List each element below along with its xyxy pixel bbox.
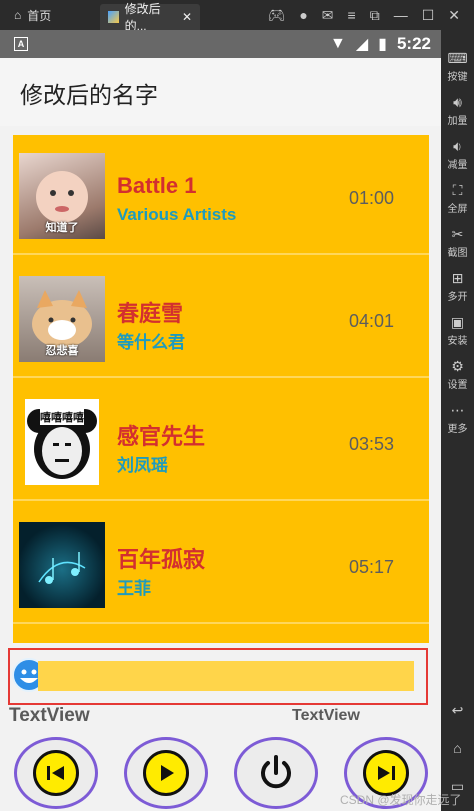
previous-track-icon — [47, 766, 64, 780]
battery-icon: ▮ — [378, 36, 387, 53]
menu-icon[interactable]: ≡ — [348, 7, 356, 24]
emulator-titlebar: ⌂ 首页 修改后的... ✕ 🎮︎ ● ✉ ≡ ⧉ — ☐ ✕ — [0, 0, 474, 33]
song-item[interactable]: 知道了 Battle 1 Various Artists 01:00 — [13, 135, 429, 255]
more-icon: ⋯ — [450, 402, 465, 418]
close-tab-icon[interactable]: ✕ — [182, 10, 192, 24]
multi-instance-icon: ⊞ — [451, 270, 464, 286]
sidebar-item-keys[interactable]: ⌨ 按键 — [441, 50, 474, 83]
album-cover-image: 嘻嘻嘻嘻 — [25, 399, 99, 485]
app-header: 修改后的名字 — [0, 58, 441, 126]
sidebar-item-volume-down[interactable]: 🔉︎ 减量 — [441, 138, 474, 171]
song-duration: 03:53 — [349, 434, 395, 454]
song-title: 感官先生 — [117, 424, 206, 449]
cover-caption: 忍悲喜 — [45, 345, 79, 357]
song-title: 春庭雪 — [117, 301, 184, 326]
song-list[interactable]: 知道了 Battle 1 Various Artists 01:00 忍悲喜 春… — [13, 135, 429, 643]
restore-icon[interactable]: ⧉ — [370, 7, 380, 24]
song-title: Battle 1 — [117, 173, 197, 198]
android-notification-icon: A — [14, 37, 28, 51]
album-cover-image: 忍悲喜 — [19, 276, 105, 362]
current-time-text: TextView — [9, 705, 90, 726]
music-notes-icon — [38, 552, 86, 584]
progress-bar[interactable] — [38, 661, 414, 691]
gamepad-icon[interactable]: 🎮︎ — [268, 7, 286, 24]
scissors-icon: ✂ — [451, 226, 464, 242]
song-artist: Various Artists — [117, 205, 237, 224]
total-time-text: TextView — [292, 707, 360, 724]
sidebar-item-fullscreen[interactable]: ⛶ 全屏 — [441, 182, 474, 215]
sidebar-item-screenshot[interactable]: ✂ 截图 — [441, 226, 474, 259]
emulator-home-tab[interactable]: ⌂ 首页 — [0, 7, 100, 24]
sidebar-item-settings[interactable]: ⚙ 设置 — [441, 358, 474, 391]
song-duration: 04:01 — [349, 311, 395, 331]
player-bar — [8, 648, 428, 705]
volume-up-icon: 🔊︎ — [453, 94, 462, 110]
maximize-icon[interactable]: ☐ — [422, 7, 435, 24]
song-item[interactable]: 忍悲喜 春庭雪 等什么君 04:01 — [13, 258, 429, 378]
song-item[interactable]: 嘻嘻嘻嘻 感官先生 刘凤瑶 03:53 — [13, 381, 429, 501]
status-time: 5:22 — [396, 34, 431, 53]
android-status-bar: A ▼ ◢ ▮ 5:22 — [0, 30, 441, 58]
emulator-home-label: 首页 — [27, 8, 52, 23]
sidebar-item-volume-up[interactable]: 🔊︎ 加量 — [441, 94, 474, 127]
cover-caption: 知道了 — [45, 222, 79, 234]
page-title: 修改后的名字 — [20, 82, 158, 108]
gear-icon: ⚙ — [451, 358, 464, 374]
home-icon: ⌂ — [14, 8, 22, 22]
power-icon — [261, 755, 291, 789]
sidebar-item-install[interactable]: ▣ 安装 — [441, 314, 474, 347]
minimize-icon[interactable]: — — [394, 7, 408, 24]
home-nav-icon[interactable]: ⌂ — [441, 740, 474, 758]
mail-icon[interactable]: ✉ — [322, 7, 334, 24]
wifi-icon: ▼ — [330, 35, 346, 52]
play-button[interactable] — [124, 737, 208, 809]
song-artist: 刘凤瑶 — [117, 456, 168, 475]
song-duration: 01:00 — [349, 188, 395, 208]
volume-down-icon: 🔉︎ — [453, 138, 462, 154]
fullscreen-icon: ⛶ — [452, 182, 463, 198]
next-track-icon — [378, 766, 395, 780]
app-thumbnail-icon — [108, 11, 119, 23]
song-artist: 等什么君 — [117, 333, 185, 352]
account-icon[interactable]: ● — [299, 7, 307, 24]
back-nav-icon[interactable]: ↩ — [441, 702, 474, 720]
play-icon — [161, 765, 174, 781]
previous-button[interactable] — [14, 737, 98, 809]
stop-button[interactable] — [234, 737, 318, 809]
song-item[interactable]: 百年孤寂 王菲 05:17 — [13, 504, 429, 624]
emulator-tab-label: 修改后的... — [124, 2, 161, 33]
watermark-text: CSDN @发现你走远了 — [340, 793, 462, 807]
song-title: 百年孤寂 — [117, 547, 206, 572]
album-cover-image — [19, 522, 105, 608]
album-cover-image: 知道了 — [19, 153, 105, 239]
close-window-icon[interactable]: ✕ — [448, 7, 460, 24]
emulator-sidebar: ⌨ 按键 🔊︎ 加量 🔉︎ 减量 ⛶ 全屏 ✂ 截图 ⊞ 多开 ▣ 安装 ⚙ 设… — [441, 30, 474, 811]
sidebar-item-more[interactable]: ⋯ 更多 — [441, 402, 474, 435]
sidebar-item-multi[interactable]: ⊞ 多开 — [441, 270, 474, 303]
cover-caption: 嘻嘻嘻嘻 — [39, 409, 85, 425]
song-duration: 05:17 — [349, 557, 395, 577]
apk-icon: ▣ — [450, 314, 465, 330]
song-artist: 王菲 — [117, 579, 151, 598]
keyboard-icon: ⌨ — [447, 50, 468, 66]
emulator-app-tab[interactable]: 修改后的... ✕ — [100, 2, 200, 33]
signal-icon: ◢ — [355, 36, 369, 53]
